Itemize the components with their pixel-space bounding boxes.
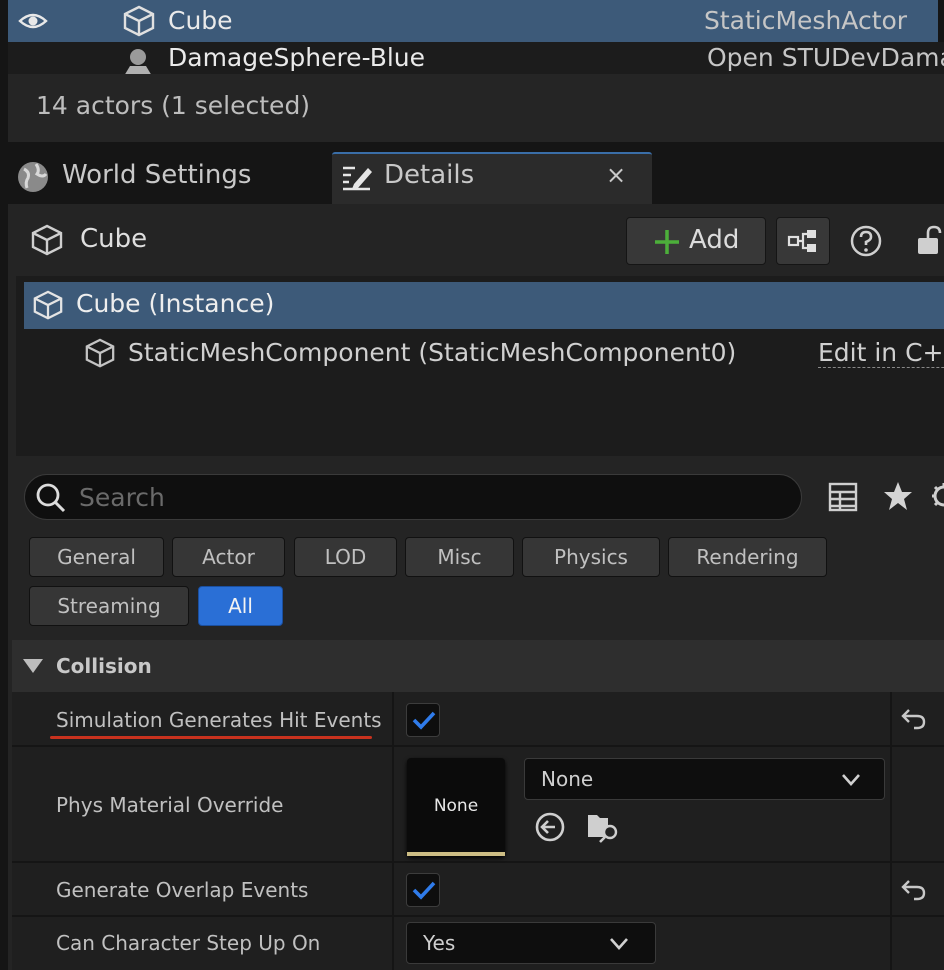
tab-label: Details bbox=[384, 160, 475, 190]
component-label: StaticMeshComponent (StaticMeshComponent… bbox=[128, 338, 737, 367]
filter-streaming[interactable]: Streaming bbox=[29, 586, 189, 626]
outliner-status-bar: 14 actors (1 selected) bbox=[8, 74, 944, 142]
edit-icon bbox=[343, 166, 372, 191]
outliner-actor-name: Cube bbox=[168, 6, 233, 35]
static-mesh-icon bbox=[85, 338, 115, 368]
phys-material-combo[interactable]: None bbox=[524, 758, 885, 800]
close-tab-icon[interactable]: × bbox=[606, 161, 626, 189]
column-divider bbox=[392, 917, 394, 970]
property-row-phys-material: Phys Material Override None None bbox=[12, 747, 944, 863]
overlap-events-checkbox[interactable] bbox=[406, 873, 440, 907]
thumbnail-label: None bbox=[433, 796, 479, 816]
combo-value: Yes bbox=[423, 931, 456, 955]
plus-icon bbox=[655, 230, 679, 254]
step-up-combo[interactable]: Yes bbox=[406, 922, 656, 964]
search-input[interactable] bbox=[79, 481, 779, 513]
add-component-button[interactable]: Add bbox=[626, 217, 766, 265]
search-icon bbox=[36, 483, 66, 513]
settings-icon[interactable] bbox=[928, 480, 944, 512]
column-divider bbox=[392, 863, 394, 915]
tab-label: World Settings bbox=[62, 160, 252, 190]
reset-arrow-icon[interactable] bbox=[900, 708, 926, 730]
property-label: Generate Overlap Events bbox=[56, 878, 309, 902]
tab-details[interactable]: Details × bbox=[332, 152, 652, 204]
property-label: Simulation Generates Hit Events bbox=[56, 708, 382, 732]
checkmark-icon bbox=[412, 711, 436, 730]
add-label: Add bbox=[689, 225, 740, 255]
help-icon[interactable] bbox=[850, 225, 882, 257]
filter-misc[interactable]: Misc bbox=[405, 537, 514, 577]
filter-general[interactable]: General bbox=[29, 537, 164, 577]
outliner-actor-type: StaticMeshActor bbox=[704, 6, 908, 35]
static-mesh-icon bbox=[123, 5, 155, 37]
asset-color-strip bbox=[407, 852, 505, 856]
combo-value: None bbox=[541, 767, 594, 791]
column-divider bbox=[890, 863, 892, 915]
filter-rendering[interactable]: Rendering bbox=[668, 537, 827, 577]
chevron-down-icon bbox=[23, 659, 43, 673]
component-row-static-mesh[interactable]: StaticMeshComponent (StaticMeshComponent… bbox=[80, 334, 944, 376]
eye-icon[interactable] bbox=[18, 9, 48, 33]
outliner-actor-name: DamageSphere-Blue bbox=[168, 43, 426, 72]
red-underline bbox=[50, 736, 372, 739]
filter-lod[interactable]: LOD bbox=[294, 537, 397, 577]
column-divider bbox=[392, 692, 394, 745]
filter-actor[interactable]: Actor bbox=[172, 537, 285, 577]
section-title: Collision bbox=[56, 654, 152, 678]
filter-all[interactable]: All bbox=[198, 586, 283, 626]
star-icon[interactable] bbox=[882, 480, 914, 512]
outliner-row-cube[interactable]: Cube StaticMeshActor bbox=[8, 0, 938, 42]
edit-in-cpp-link[interactable]: Edit in C++ bbox=[818, 338, 944, 368]
checkmark-icon bbox=[412, 881, 436, 900]
property-label: Can Character Step Up On bbox=[56, 931, 321, 955]
blueprint-button[interactable] bbox=[776, 217, 830, 265]
column-divider bbox=[890, 917, 892, 970]
tab-world-settings[interactable]: World Settings bbox=[0, 152, 330, 204]
outliner-row-damagesphere[interactable]: DamageSphere-Blue Open STUDevDama bbox=[8, 42, 944, 74]
static-mesh-icon bbox=[31, 224, 63, 256]
property-matrix-icon[interactable] bbox=[828, 482, 858, 512]
browse-asset-icon[interactable] bbox=[586, 809, 620, 843]
collision-section-header[interactable]: Collision bbox=[12, 640, 944, 692]
filter-physics[interactable]: Physics bbox=[522, 537, 660, 577]
component-label: Cube (Instance) bbox=[76, 289, 275, 318]
lock-icon[interactable] bbox=[914, 224, 944, 256]
actor-icon bbox=[125, 49, 151, 74]
search-box[interactable] bbox=[24, 474, 802, 520]
reset-arrow-icon[interactable] bbox=[900, 879, 926, 901]
use-selected-asset-icon[interactable] bbox=[534, 811, 566, 843]
component-row-instance[interactable]: Cube (Instance) bbox=[24, 282, 944, 329]
globe-icon bbox=[18, 162, 48, 192]
property-label: Phys Material Override bbox=[56, 793, 284, 817]
chevron-down-icon bbox=[610, 938, 628, 950]
chevron-down-icon bbox=[842, 774, 860, 786]
property-row-overlap-events: Generate Overlap Events bbox=[12, 863, 944, 917]
column-divider bbox=[392, 747, 394, 861]
selected-actor-name: Cube bbox=[80, 224, 148, 254]
asset-thumbnail[interactable]: None bbox=[407, 758, 505, 856]
outliner-actor-type[interactable]: Open STUDevDama bbox=[707, 43, 944, 72]
property-row-hit-events: Simulation Generates Hit Events bbox=[12, 692, 944, 747]
actor-count-text: 14 actors (1 selected) bbox=[36, 91, 311, 120]
column-divider bbox=[890, 747, 892, 861]
static-mesh-icon bbox=[33, 290, 63, 320]
column-divider bbox=[890, 692, 892, 745]
hit-events-checkbox[interactable] bbox=[406, 703, 440, 737]
property-row-step-up: Can Character Step Up On Yes bbox=[12, 917, 944, 970]
blueprint-icon bbox=[787, 230, 816, 252]
